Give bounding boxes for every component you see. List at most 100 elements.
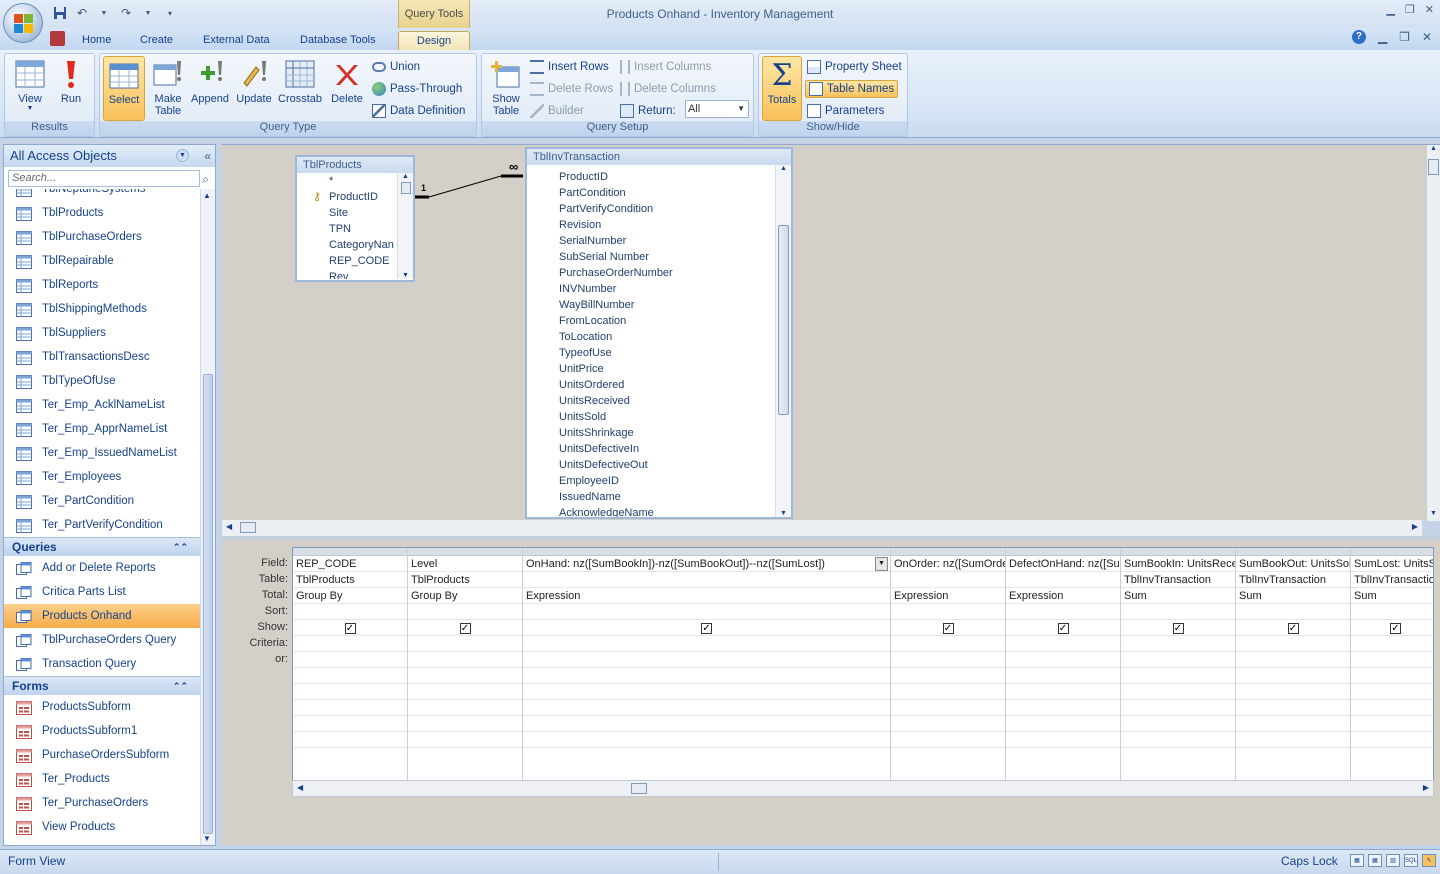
- grid-total-cell[interactable]: Sum: [1121, 588, 1235, 604]
- nav-scroll-thumb[interactable]: [203, 374, 213, 834]
- office-button[interactable]: [3, 3, 43, 43]
- field-list-item[interactable]: SerialNumber: [559, 233, 791, 249]
- field-list-scrollbar[interactable]: ▲ ▼: [775, 165, 791, 517]
- grid-total-cell[interactable]: Expression: [523, 588, 890, 604]
- field-list-tblproducts[interactable]: TblProducts * ⚷ ProductID Site TPN CategoryNa…: [295, 155, 415, 282]
- grid-empty-cell[interactable]: [1351, 732, 1433, 748]
- grid-empty-cell[interactable]: [1006, 668, 1120, 684]
- field-list-item[interactable]: TypeofUse: [559, 345, 791, 361]
- grid-or-cell[interactable]: [408, 652, 522, 668]
- grid-empty-cell[interactable]: [408, 684, 522, 700]
- grid-total-cell[interactable]: Group By: [408, 588, 522, 604]
- show-checkbox[interactable]: ✓: [344, 622, 356, 634]
- field-list-scrollbar[interactable]: ▲ ▼: [397, 173, 413, 279]
- join-line[interactable]: [415, 170, 527, 202]
- scroll-left-icon[interactable]: ◀: [226, 522, 232, 531]
- scroll-up-icon[interactable]: ▲: [203, 191, 211, 200]
- grid-or-cell[interactable]: [1236, 652, 1350, 668]
- grid-empty-cell[interactable]: [1236, 700, 1350, 716]
- grid-table-cell[interactable]: [523, 572, 890, 588]
- grid-or-cell[interactable]: [523, 652, 890, 668]
- grid-field-cell[interactable]: DefectOnHand: nz([Su: [1006, 556, 1120, 572]
- scroll-down-icon[interactable]: ▼: [776, 510, 791, 517]
- tab-database-tools[interactable]: Database Tools: [292, 31, 384, 50]
- crosstab-button[interactable]: Crosstab: [278, 56, 322, 120]
- grid-empty-cell[interactable]: [1236, 684, 1350, 700]
- field-list-item[interactable]: UnitsReceived: [559, 393, 791, 409]
- nav-item-table[interactable]: TblSuppliers: [4, 321, 200, 345]
- help-icon[interactable]: ?: [1351, 30, 1366, 44]
- search-icon[interactable]: ⌕: [202, 172, 209, 187]
- pivot-table-view-icon[interactable]: ▦: [1368, 854, 1382, 867]
- nav-item-table[interactable]: Ter_PartVerifyCondition: [4, 513, 200, 537]
- designer-hscroll[interactable]: ◀ ▶: [222, 520, 1422, 536]
- field-list-title[interactable]: TblProducts: [297, 157, 413, 173]
- field-list-item[interactable]: PartCondition: [559, 185, 791, 201]
- grid-sort-cell[interactable]: [523, 604, 890, 620]
- grid-empty-cell[interactable]: [891, 700, 1005, 716]
- nav-item-table[interactable]: Ter_Employees: [4, 465, 200, 489]
- grid-empty-cell[interactable]: [523, 716, 890, 732]
- tab-create[interactable]: Create: [132, 31, 181, 50]
- nav-item-table[interactable]: TblReports: [4, 273, 200, 297]
- nav-item-table[interactable]: Ter_Emp_ApprNameList: [4, 417, 200, 441]
- column-selector[interactable]: [408, 548, 522, 556]
- grid-field-cell[interactable]: SumLost: UnitsS: [1351, 556, 1433, 572]
- scroll-down-icon[interactable]: ▼: [1427, 510, 1440, 517]
- field-list-item[interactable]: ToLocation: [559, 329, 791, 345]
- grid-empty-cell[interactable]: [1351, 716, 1433, 732]
- grid-sort-cell[interactable]: [408, 604, 522, 620]
- select-query-button[interactable]: Select: [103, 56, 145, 121]
- grid-empty-cell[interactable]: [1121, 700, 1235, 716]
- nav-item-table[interactable]: Ter_PartCondition: [4, 489, 200, 513]
- doc-close-icon[interactable]: ✕: [1422, 30, 1432, 44]
- collapse-section-icon[interactable]: ⌃⌃: [173, 538, 188, 557]
- grid-empty-cell[interactable]: [891, 732, 1005, 748]
- column-selector[interactable]: [1236, 548, 1350, 556]
- grid-field-cell[interactable]: Level: [408, 556, 522, 572]
- nav-item-query[interactable]: Add or Delete Reports: [4, 556, 200, 580]
- doc-minimize-icon[interactable]: ▁: [1378, 30, 1387, 44]
- grid-table-cell[interactable]: TblInvTransactio: [1351, 572, 1433, 588]
- scroll-down-icon[interactable]: ▼: [203, 834, 211, 843]
- grid-empty-cell[interactable]: [293, 732, 407, 748]
- grid-total-cell[interactable]: Expression: [891, 588, 1005, 604]
- grid-empty-cell[interactable]: [1121, 668, 1235, 684]
- view-button[interactable]: View ▼: [8, 56, 52, 120]
- grid-or-cell[interactable]: [1351, 652, 1433, 668]
- grid-empty-cell[interactable]: [408, 716, 522, 732]
- scroll-thumb[interactable]: [1428, 159, 1439, 175]
- grid-criteria-cell[interactable]: [523, 636, 890, 652]
- column-selector[interactable]: [1006, 548, 1120, 556]
- restore-icon[interactable]: ❐: [1405, 3, 1415, 16]
- update-button[interactable]: Update: [232, 56, 276, 120]
- grid-empty-cell[interactable]: [1006, 732, 1120, 748]
- nav-item-table[interactable]: TblRepairable: [4, 249, 200, 273]
- grid-empty-cell[interactable]: [293, 684, 407, 700]
- nav-item-form[interactable]: Ter_PurchaseOrders: [4, 791, 200, 815]
- scroll-thumb[interactable]: [631, 783, 647, 794]
- grid-table-cell[interactable]: TblProducts: [408, 572, 522, 588]
- show-checkbox[interactable]: ✓: [1287, 622, 1299, 634]
- nav-item-query[interactable]: Transaction Query: [4, 652, 200, 676]
- datasheet-view-icon[interactable]: ▦: [1350, 854, 1364, 867]
- grid-hscroll[interactable]: ◀ ▶: [292, 780, 1434, 797]
- field-list-item[interactable]: IssuedName: [559, 489, 791, 505]
- nav-scrollbar[interactable]: ▲ ▼: [200, 189, 215, 845]
- grid-table-cell[interactable]: [891, 572, 1005, 588]
- grid-empty-cell[interactable]: [1006, 684, 1120, 700]
- nav-item-query[interactable]: TblPurchaseOrders Query: [4, 628, 200, 652]
- append-button[interactable]: Append: [188, 56, 232, 120]
- delete-query-button[interactable]: Delete: [325, 56, 369, 120]
- grid-empty-cell[interactable]: [293, 716, 407, 732]
- show-checkbox[interactable]: ✓: [1057, 622, 1069, 634]
- nav-item-form[interactable]: ProductsSubform1: [4, 719, 200, 743]
- grid-empty-cell[interactable]: [523, 700, 890, 716]
- field-list-item[interactable]: FromLocation: [559, 313, 791, 329]
- grid-empty-cell[interactable]: [1236, 668, 1350, 684]
- make-table-button[interactable]: Make Table: [146, 56, 190, 120]
- grid-empty-cell[interactable]: [1351, 668, 1433, 684]
- grid-criteria-cell[interactable]: [1121, 636, 1235, 652]
- grid-empty-cell[interactable]: [891, 684, 1005, 700]
- run-button[interactable]: Run: [49, 56, 93, 120]
